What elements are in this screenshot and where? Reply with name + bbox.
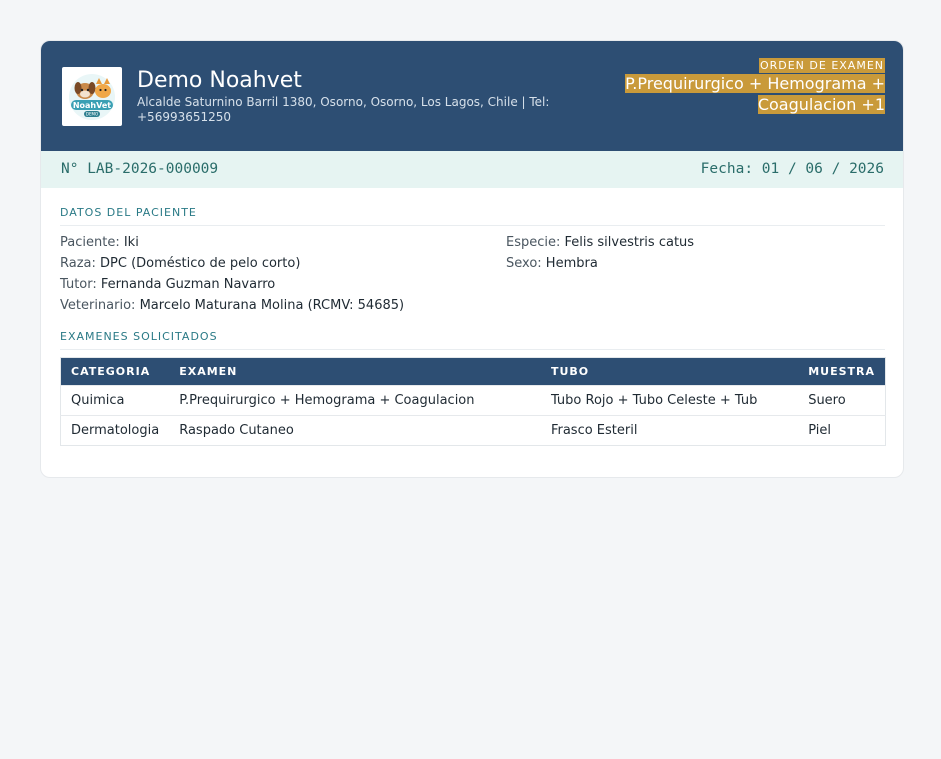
exam-order-card: NoahVet DEMO Demo Noahvet Alcalde Saturn… [40,40,904,478]
vet-label: Veterinario: [60,298,136,313]
cell-examen: Raspado Cutaneo [169,415,541,446]
patient-name-label: Paciente: [60,235,120,250]
order-type-block: ORDEN DE EXAMEN P.Prequirurgico + Hemogr… [625,54,885,115]
tutor-value: Fernanda Guzman Navarro [100,277,276,292]
order-title: P.Prequirurgico + Hemograma + Coagulacio… [625,74,885,115]
cell-muestra: Suero [798,385,886,416]
patient-name-value: Iki [123,235,139,250]
tutor-label: Tutor: [60,277,97,292]
cell-categoria: Dermatologia [60,415,170,446]
breed-value: DPC (Doméstico de pelo corto) [100,256,301,271]
order-number-bar: N° LAB-2026-000009 Fecha: 01 / 06 / 2026 [41,151,903,188]
order-label: ORDEN DE EXAMEN [758,58,885,73]
order-header: NoahVet DEMO Demo Noahvet Alcalde Saturn… [41,41,903,151]
species-value: Felis silvestris catus [564,235,695,250]
patient-name-field: Paciente: Iki [60,235,139,250]
col-header-tubo: TUBO [540,357,799,386]
clinic-name: Demo Noahvet [137,68,302,93]
patient-section-title: DATOS DEL PACIENTE [60,206,885,226]
cell-examen: P.Prequirurgico + Hemograma + Coagulacio… [169,385,541,416]
cell-muestra: Piel [798,415,886,446]
exams-section-title: EXAMENES SOLICITADOS [60,330,885,350]
svg-text:NoahVet: NoahVet [73,101,111,110]
col-header-muestra: MUESTRA [798,357,886,386]
vet-field: Veterinario: Marcelo Maturana Molina (RC… [60,298,404,313]
cell-tubo: Frasco Esteril [540,415,799,446]
svg-text:DEMO: DEMO [86,111,98,116]
pets-logo-icon: NoahVet DEMO [69,73,115,120]
col-header-examen: EXAMEN [169,357,541,386]
sex-label: Sexo: [506,256,542,271]
vet-value: Marcelo Maturana Molina (RCMV: 54685) [139,298,405,313]
cell-tubo: Tubo Rojo + Tubo Celeste + Tub [540,385,799,416]
clinic-address: Alcalde Saturnino Barril 1380, Osorno, O… [137,95,550,124]
sex-value: Hembra [545,256,598,271]
table-row: Dermatologia Raspado Cutaneo Frasco Este… [60,415,886,446]
order-date: Fecha: 01 / 06 / 2026 [700,161,884,177]
cell-categoria: Quimica [60,385,170,416]
table-row: Quimica P.Prequirurgico + Hemograma + Co… [60,385,886,416]
clinic-logo: NoahVet DEMO [62,67,122,126]
breed-field: Raza: DPC (Doméstico de pelo corto) [60,256,300,271]
col-header-categoria: CATEGORIA [60,357,170,386]
exams-table-header-row: CATEGORIA EXAMEN TUBO MUESTRA [60,357,886,386]
species-field: Especie: Felis silvestris catus [506,235,694,250]
exams-table: CATEGORIA EXAMEN TUBO MUESTRA Quimica P.… [60,357,886,446]
breed-label: Raza: [60,256,96,271]
order-number: N° LAB-2026-000009 [61,161,219,177]
sex-field: Sexo: Hembra [506,256,598,271]
order-title-text: P.Prequirurgico + Hemograma + Coagulacio… [625,74,885,114]
tutor-field: Tutor: Fernanda Guzman Navarro [60,277,275,292]
species-label: Especie: [506,235,561,250]
